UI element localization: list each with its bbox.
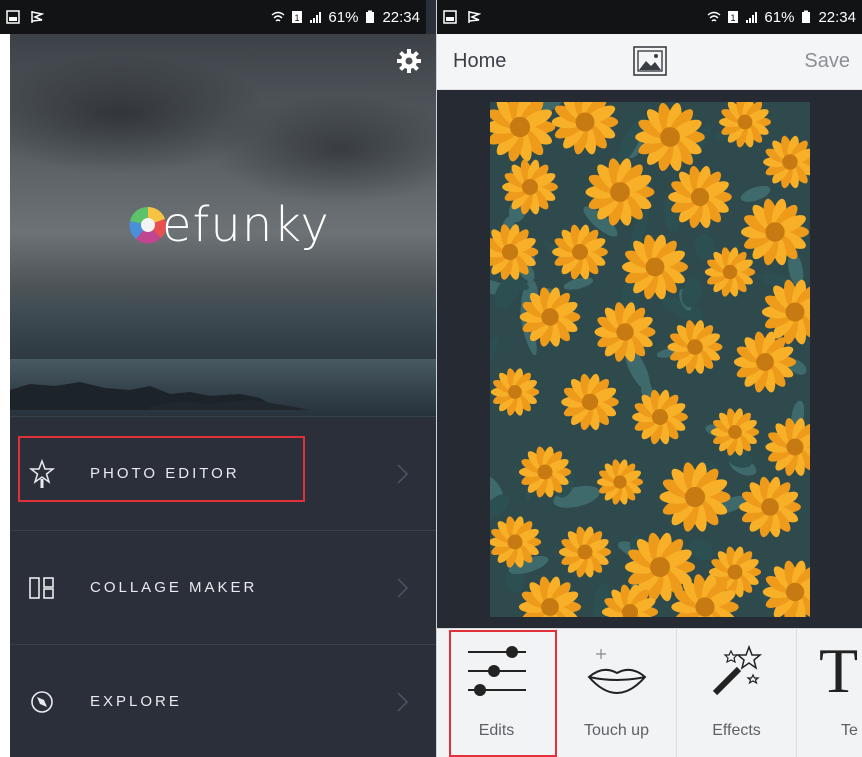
battery-icon: [802, 10, 811, 23]
menu-collage-maker[interactable]: COLLAGE MAKER: [10, 530, 436, 644]
tool-label: Te: [841, 722, 858, 739]
flag-icon: [468, 11, 481, 23]
flower: [632, 389, 688, 445]
flower: [551, 102, 619, 155]
tool-effects[interactable]: Effects: [677, 629, 797, 757]
notification-icon: [6, 10, 20, 24]
flower: [596, 459, 644, 505]
flower: [490, 368, 540, 416]
flower: [635, 102, 705, 172]
gallery-icon[interactable]: [633, 46, 667, 76]
flower: [762, 560, 810, 617]
home-screen: efunky PHOTO EDITOR COLLAGE MAKER EXPLOR…: [10, 0, 436, 757]
photo-canvas: [437, 90, 862, 628]
editor-topbar: Home Save: [437, 34, 862, 90]
flower: [518, 576, 582, 617]
clock: 22:34: [818, 8, 856, 26]
menu-label: EXPLORE: [90, 693, 182, 710]
wifi-icon: [271, 11, 285, 22]
battery-percent: 61%: [328, 8, 359, 26]
flower-image: [490, 102, 810, 617]
flower: [490, 102, 556, 162]
wifi-icon: [707, 11, 721, 22]
compass-icon: [28, 687, 56, 717]
tool-label: Effects: [712, 722, 761, 739]
highlight-photo-editor: [18, 436, 305, 502]
flower: [552, 224, 608, 280]
flower: [710, 408, 760, 456]
flower: [558, 526, 612, 578]
lips-icon: [582, 643, 652, 699]
flower: [739, 476, 801, 538]
sim-icon: 1: [728, 11, 739, 23]
flag-icon: [31, 11, 44, 23]
befunky-logo: efunky: [128, 190, 330, 260]
notification-icon: [443, 10, 457, 24]
svg-text:1: 1: [731, 13, 736, 23]
battery-percent: 61%: [764, 8, 795, 26]
svg-text:1: 1: [295, 13, 300, 23]
logo-text: efunky: [162, 197, 330, 253]
flower-photo[interactable]: [490, 102, 810, 617]
settings-gear-icon[interactable]: [396, 48, 422, 74]
magic-wand-icon: [702, 643, 772, 699]
flower: [765, 418, 810, 476]
tool-label: Touch up: [584, 722, 649, 739]
tool-text[interactable]: T Te: [797, 629, 862, 757]
chevron-right-icon: [397, 463, 409, 484]
flower: [561, 373, 619, 431]
battery-icon: [366, 10, 375, 23]
status-bar-right: 1 61% 22:34: [437, 0, 862, 34]
status-bar-left: 1 61% 22:34: [0, 0, 426, 34]
rocks-silhouette: [10, 382, 310, 410]
tool-touch-up[interactable]: Touch up: [557, 629, 677, 757]
home-button[interactable]: Home: [453, 50, 506, 73]
text-icon: T: [819, 635, 859, 706]
chevron-right-icon: [397, 691, 409, 712]
highlight-edits: [449, 630, 557, 757]
chevron-right-icon: [397, 577, 409, 598]
menu-label: COLLAGE MAKER: [90, 579, 258, 596]
flower: [763, 135, 810, 189]
flower: [594, 302, 656, 362]
clock: 22:34: [382, 8, 420, 26]
flower: [659, 462, 731, 532]
menu-explore[interactable]: EXPLORE: [10, 644, 436, 757]
flower: [741, 198, 809, 266]
sim-icon: 1: [292, 11, 303, 23]
signal-icon: [310, 12, 322, 23]
signal-icon: [746, 12, 758, 23]
save-button[interactable]: Save: [804, 50, 850, 73]
collage-grid-icon: [28, 573, 56, 603]
flower: [667, 320, 723, 374]
